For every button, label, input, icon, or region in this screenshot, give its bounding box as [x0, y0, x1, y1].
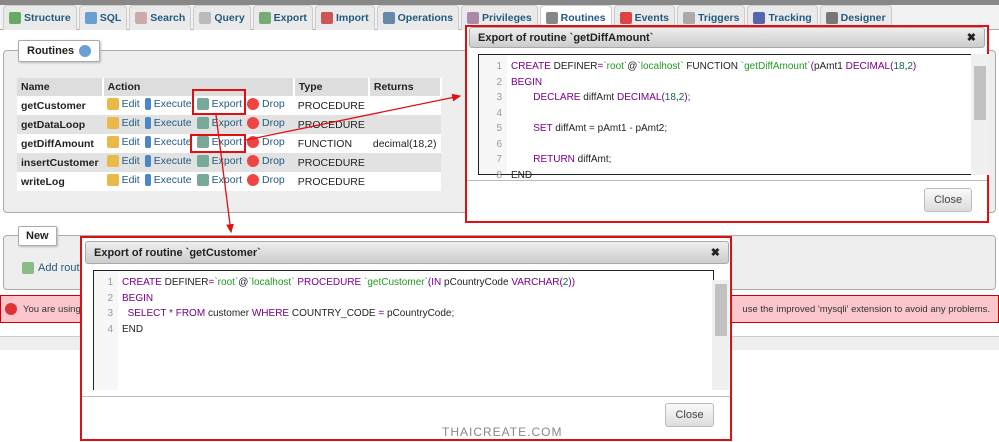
arrow-to-dialog1: [245, 93, 462, 141]
arrow-to-dialog2: [215, 114, 234, 234]
annotation-arrows: [215, 93, 462, 234]
